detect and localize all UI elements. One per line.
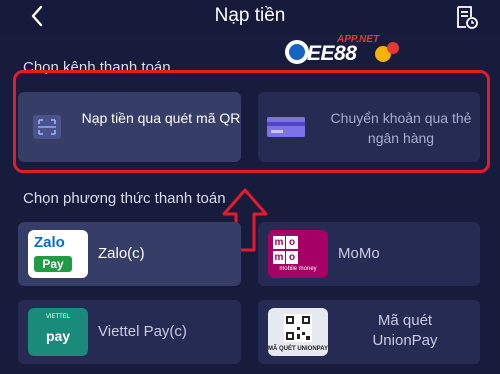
method-unionpay[interactable]: MÃ QUÉT UNIONPAY Mã quét UnionPay [258,300,480,364]
qr-code-icon [284,314,312,342]
method-zalopay[interactable]: Zalo Pay Zalo(c) [18,222,241,286]
method-unionpay-label: Mã quét UnionPay [372,312,438,349]
momo-logo-letter: o [286,251,298,264]
highlight-frame [13,70,490,173]
momo-logo-letter: m [273,236,285,249]
viettelpay-logo-bottom: pay [45,328,71,344]
brand-name: EE88 [307,42,357,65]
method-viettelpay-label: Viettel Pay(c) [98,323,187,340]
method-viettelpay[interactable]: VIETTEL pay Viettel Pay(c) [18,300,241,364]
unionpay-qr-logo: MÃ QUÉT UNIONPAY [268,308,328,356]
momo-logo: m o m o mobile money [268,230,328,278]
page-title: Nạp tiền [214,5,286,26]
method-momo-label: MoMo [338,245,380,262]
zalopay-logo-bottom: Pay [34,256,72,272]
zalopay-logo: Zalo Pay [28,230,88,278]
momo-logo-sub: mobile money [279,266,317,272]
method-zalopay-label: Zalo(c) [98,245,145,262]
momo-logo-letter: m [273,251,285,264]
method-section-label: Chọn phương thức thanh toán [23,190,226,207]
app-header: Nạp tiền [0,0,500,36]
receipt-history-icon[interactable] [453,4,479,30]
zalopay-logo-top: Zalo [34,234,65,251]
method-momo[interactable]: m o m o mobile money MoMo [258,222,480,286]
momo-logo-letter: o [286,236,298,249]
viettelpay-logo-top: VIETTEL [45,314,71,320]
viettelpay-logo: VIETTEL pay [28,308,88,356]
unionpay-logo-sub: MÃ QUÉT UNIONPAY [268,346,328,352]
